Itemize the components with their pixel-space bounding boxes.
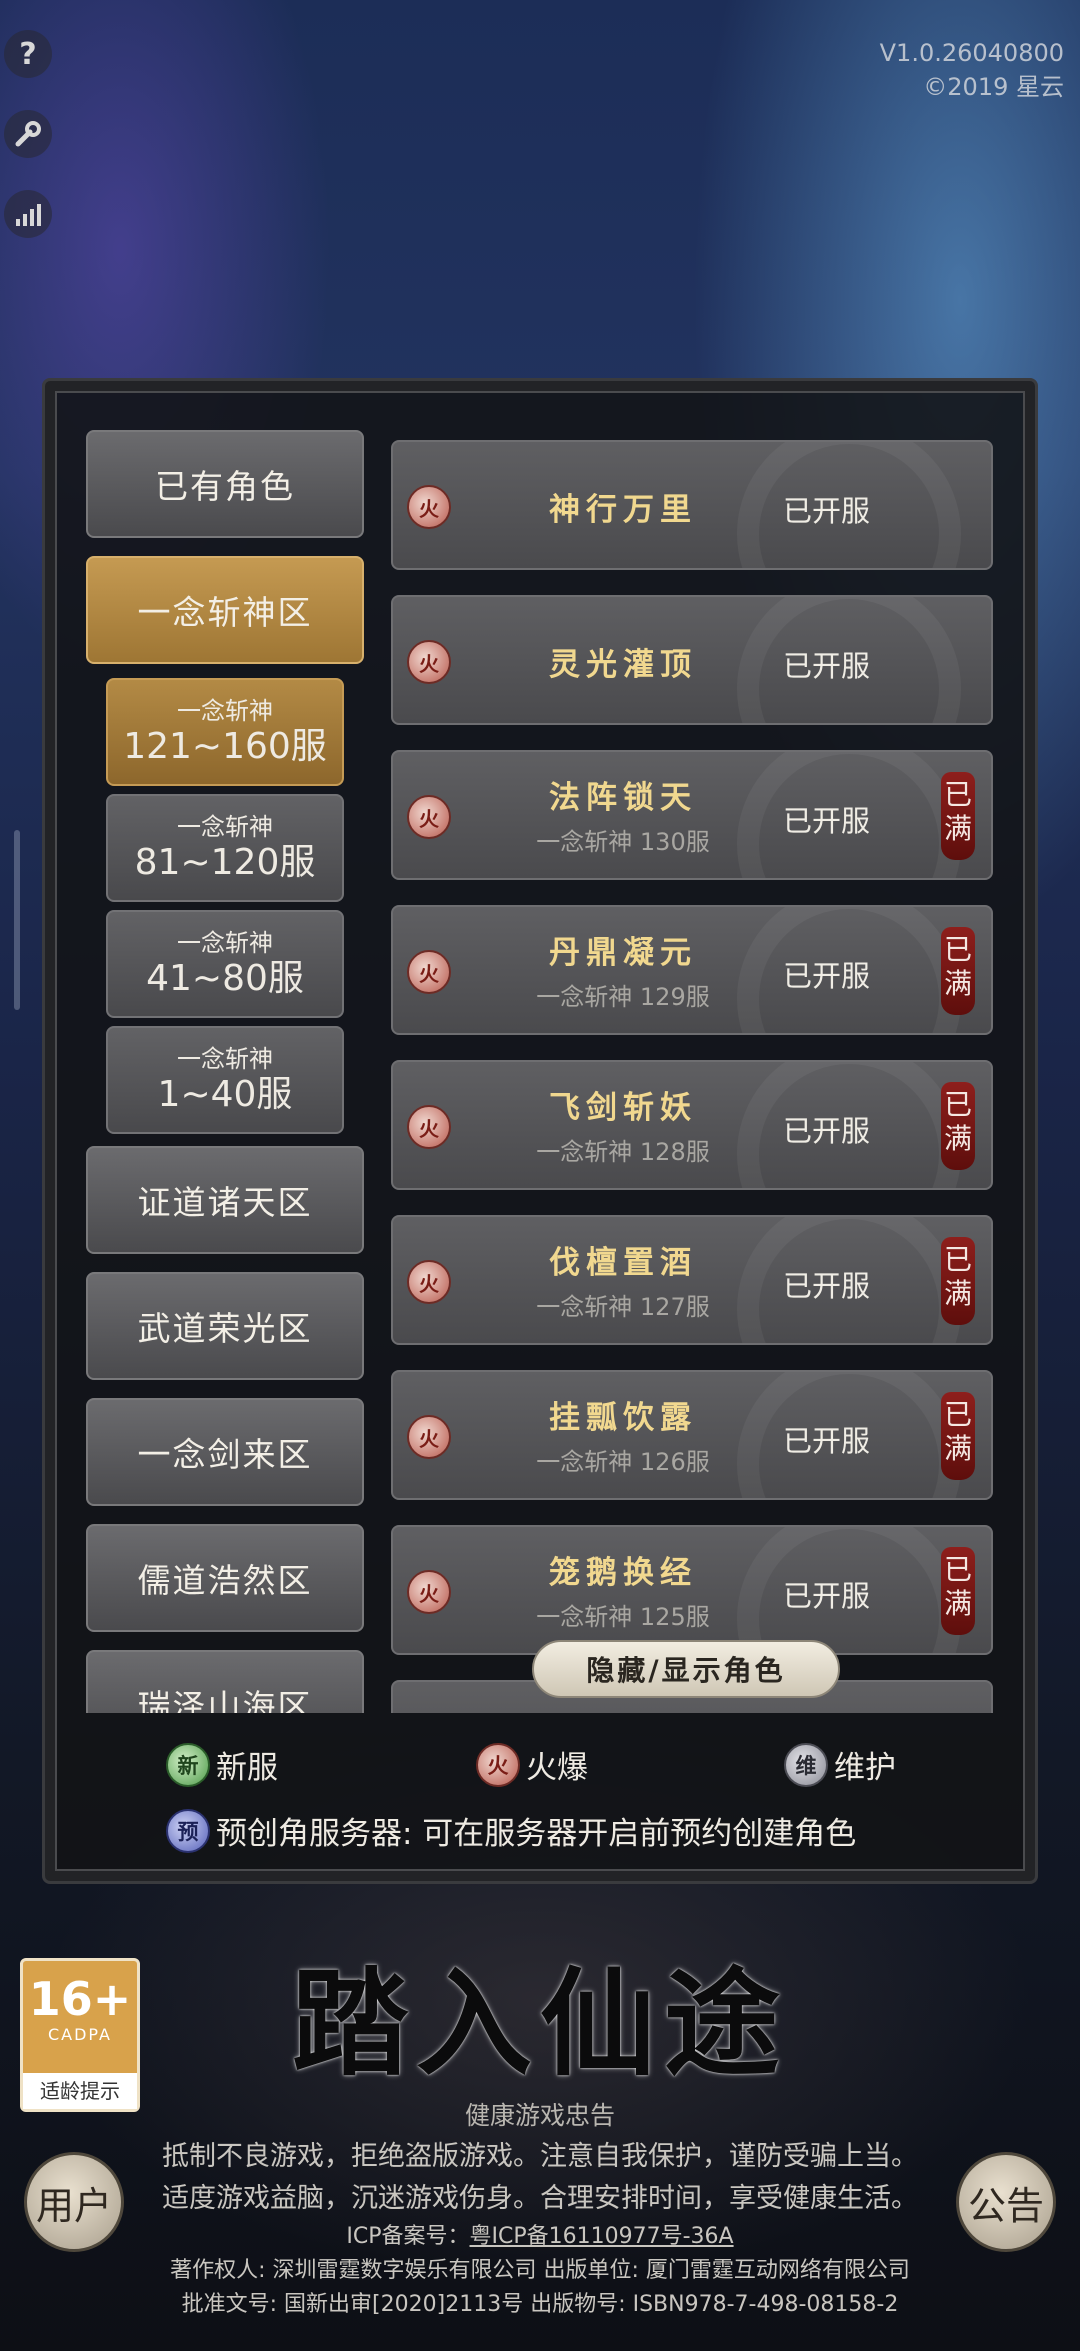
server-status: 已开服 [783, 649, 871, 683]
server-name: 挂瓢饮露 [549, 1400, 697, 1436]
zone-yinian-jianlai[interactable]: 一念剑来区 [86, 1398, 364, 1506]
copyright-line: 著作权人: 深圳雷霆数字娱乐有限公司 出版单位: 厦门雷霆互动网络有限公司 [170, 2258, 910, 2283]
subzone-range: 121~160服 [123, 726, 327, 767]
server-name: 灵光灌顶 [549, 647, 697, 683]
full-badge: 已满 [941, 772, 975, 860]
server-item[interactable]: 火 灵光灌顶 已开服 [391, 595, 993, 725]
server-status: 已开服 [783, 1424, 871, 1458]
legend-hot: 火 火爆 [476, 1742, 588, 1787]
server-item[interactable]: 火 飞剑斩妖 一念斩神 128服 已开服 已满 [391, 1060, 993, 1190]
icp-link[interactable]: 粤ICP备16110977号-36A [470, 2224, 734, 2249]
health-notice-footer: 健康游戏忠告 抵制不良游戏，拒绝盗版游戏。注意自我保护，谨防受骗上当。 适度游戏… [0, 2096, 1080, 2322]
full-badge: 已满 [941, 1082, 975, 1170]
new-server-icon: 新 [166, 1742, 210, 1787]
server-status: 已开服 [783, 1579, 871, 1613]
server-item[interactable]: 火 挂瓢饮露 一念斩神 126服 已开服 已满 [391, 1370, 993, 1500]
subzone-81-120[interactable]: 一念斩神 81~120服 [106, 794, 344, 902]
copyright-year: ©2019 星云 [923, 73, 1064, 101]
server-item[interactable]: 火 笼鹅换经 一念斩神 125服 已开服 已满 [391, 1525, 993, 1655]
server-name: 伐檀置酒 [549, 1245, 697, 1281]
health-notice-line1: 抵制不良游戏，拒绝盗版游戏。注意自我保护，谨防受骗上当。 [162, 2141, 918, 2172]
subzone-label: 一念斩神 [177, 813, 273, 841]
zone-wudao-rongguang[interactable]: 武道荣光区 [86, 1272, 364, 1380]
zone-ruize-shanhai[interactable]: 瑞泽山海区 [86, 1650, 364, 1713]
wrench-icon[interactable] [4, 110, 52, 158]
legend-new: 新 新服 [166, 1742, 278, 1787]
zone-list[interactable]: 已有角色 一念斩神区 一念斩神 121~160服 一念斩神 81~120服 一念… [86, 430, 366, 1713]
server-status: 已开服 [783, 959, 871, 993]
health-notice-line2: 适度游戏益脑，沉迷游戏伤身。合理安排时间，享受健康生活。 [162, 2183, 918, 2214]
hot-icon: 火 [407, 950, 451, 994]
hot-icon: 火 [407, 640, 451, 684]
server-name: 笼鹅换经 [549, 1555, 697, 1591]
full-badge: 已满 [941, 927, 975, 1015]
zone-yinian-zhanshen[interactable]: 一念斩神区 [86, 556, 364, 664]
toggle-roles-button[interactable]: 隐藏/显示角色 [532, 1640, 840, 1698]
signal-icon[interactable] [4, 190, 52, 238]
age-rating-number: 16+ [28, 1972, 132, 2026]
server-status: 已开服 [783, 494, 871, 528]
server-status: 已开服 [783, 1114, 871, 1148]
icp-record: ICP备案号：粤ICP备16110977号-36A [0, 2220, 1080, 2254]
legend-maintenance-label: 维护 [834, 1750, 896, 1786]
approval-line: 批准文号: 国新出审[2020]2113号 出版物号: ISBN978-7-49… [181, 2292, 899, 2317]
server-status: 已开服 [783, 804, 871, 838]
zone-zhengdao-zhutian[interactable]: 证道诸天区 [86, 1146, 364, 1254]
full-badge: 已满 [941, 1392, 975, 1480]
subzone-1-40[interactable]: 一念斩神 1~40服 [106, 1026, 344, 1134]
server-subtitle: 一念斩神 126服 [536, 1448, 710, 1476]
legend-precreate-label: 预创角服务器: 可在服务器开启前预约创建角色 [216, 1816, 857, 1852]
subzone-label: 一念斩神 [177, 697, 273, 725]
server-name: 丹鼎凝元 [549, 935, 697, 971]
hot-icon: 火 [407, 1260, 451, 1304]
server-subtitle: 一念斩神 127服 [536, 1293, 710, 1321]
help-icon[interactable]: ? [4, 30, 52, 78]
hot-icon: 火 [407, 795, 451, 839]
subzone-label: 一念斩神 [177, 929, 273, 957]
top-left-toolbar: ? [4, 30, 54, 270]
scroll-indicator [14, 830, 20, 1010]
zone-existing-roles[interactable]: 已有角色 [86, 430, 364, 538]
full-badge: 已满 [941, 1547, 975, 1635]
subzone-41-80[interactable]: 一念斩神 41~80服 [106, 910, 344, 1018]
version-info: V1.0.26040800 ©2019 星云 [880, 36, 1064, 104]
full-badge: 已满 [941, 1237, 975, 1325]
subzone-range: 1~40服 [157, 1074, 293, 1115]
server-item[interactable]: 火 法阵锁天 一念斩神 130服 已开服 已满 [391, 750, 993, 880]
hot-icon: 火 [407, 1105, 451, 1149]
hot-icon: 火 [407, 1415, 451, 1459]
maintenance-icon: 维 [784, 1742, 828, 1787]
zone-rudao-haoran[interactable]: 儒道浩然区 [86, 1524, 364, 1632]
health-notice-title: 健康游戏忠告 [464, 2101, 615, 2130]
server-name: 法阵锁天 [549, 780, 697, 816]
hot-icon: 火 [407, 1570, 451, 1614]
server-item[interactable]: 火 伐檀置酒 一念斩神 127服 已开服 已满 [391, 1215, 993, 1345]
version-number: V1.0.26040800 [879, 39, 1064, 67]
server-list[interactable]: 火 神行万里 已开服 火 灵光灌顶 已开服 火 法阵锁天 一念斩神 130服 已… [383, 430, 1003, 1713]
legend-new-label: 新服 [216, 1750, 278, 1786]
subzone-range: 41~80服 [146, 958, 304, 999]
precreate-icon: 预 [166, 1808, 210, 1853]
server-subtitle: 一念斩神 130服 [536, 828, 710, 856]
age-rating-org: CADPA [47, 2025, 112, 2044]
server-status: 已开服 [783, 1269, 871, 1303]
server-item[interactable]: 火 丹鼎凝元 一念斩神 129服 已开服 已满 [391, 905, 993, 1035]
legend-maintenance: 维 维护 [784, 1742, 896, 1787]
legend-precreate: 预 预创角服务器: 可在服务器开启前预约创建角色 [166, 1808, 856, 1853]
server-item[interactable]: 火 神行万里 已开服 [391, 440, 993, 570]
server-subtitle: 一念斩神 128服 [536, 1138, 710, 1166]
icp-prefix: ICP备案号： [346, 2224, 470, 2249]
age-rating-badge[interactable]: 16+ CADPA 适龄提示 [20, 1958, 140, 2112]
server-subtitle: 一念斩神 125服 [536, 1603, 710, 1631]
hot-server-icon: 火 [476, 1742, 520, 1787]
subzone-label: 一念斩神 [177, 1045, 273, 1073]
server-name: 神行万里 [549, 492, 697, 528]
subzone-range: 81~120服 [134, 842, 316, 883]
enter-game-slogan[interactable]: 踏入仙途 [270, 1930, 810, 2098]
legend-hot-label: 火爆 [526, 1750, 588, 1786]
server-name: 飞剑斩妖 [549, 1090, 697, 1126]
subzone-121-160[interactable]: 一念斩神 121~160服 [106, 678, 344, 786]
server-subtitle: 一念斩神 129服 [536, 983, 710, 1011]
hot-icon: 火 [407, 485, 451, 529]
